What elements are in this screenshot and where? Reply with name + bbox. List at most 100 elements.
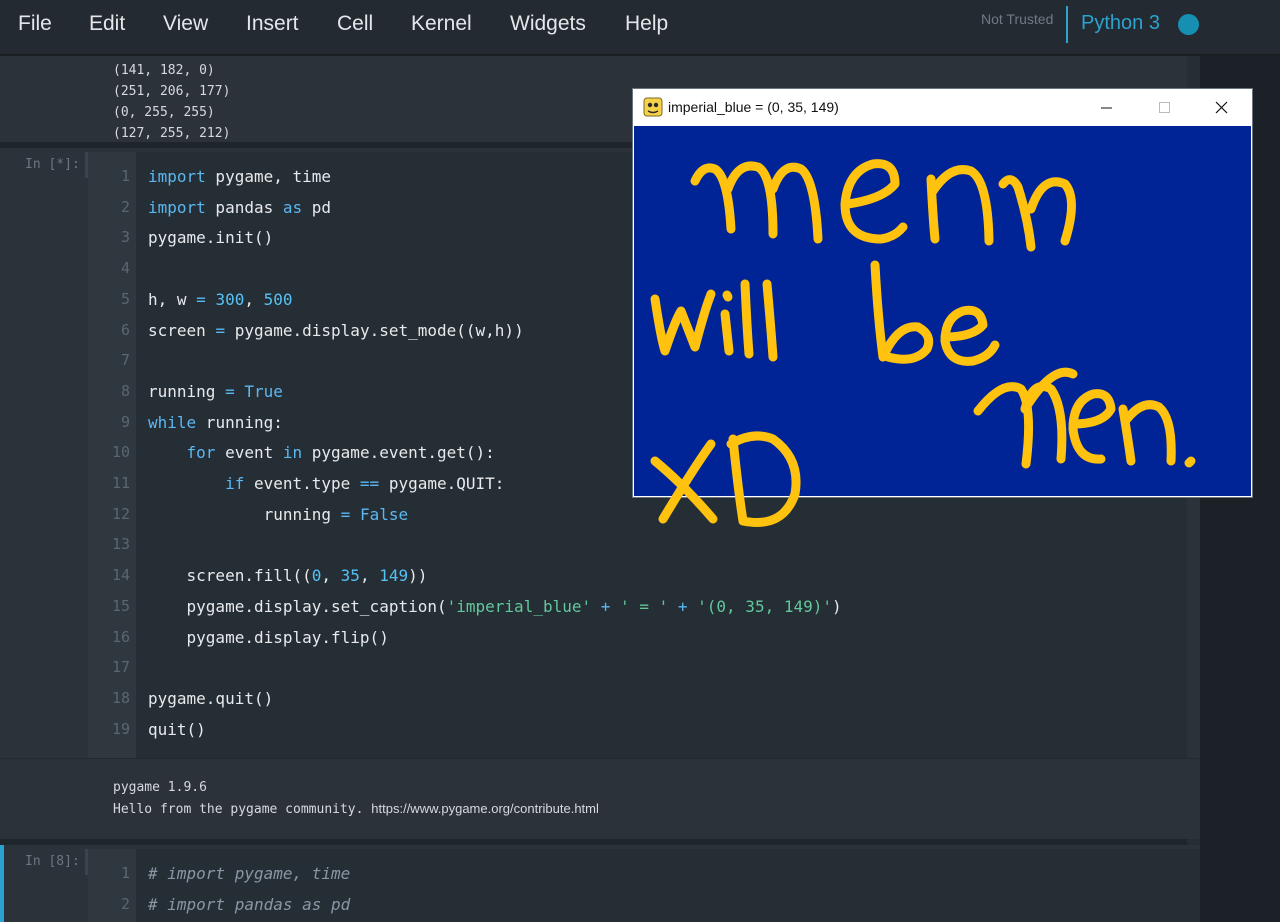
code-token: pygame.init() — [148, 228, 274, 248]
menu-view[interactable]: View — [163, 12, 208, 36]
line-number: 8 — [120, 381, 130, 400]
code-token: pygame, time — [205, 167, 332, 186]
code-token: pygame.display.set_caption( — [148, 596, 447, 616]
output-text: Hello from the pygame community. — [113, 802, 372, 817]
pygame-window[interactable]: imperial_blue = (0, 35, 149) — [633, 89, 1252, 497]
selected-cell-indicator — [0, 845, 4, 922]
code-line[interactable]: pygame.init() — [148, 222, 273, 253]
code-line[interactable]: running = False — [148, 499, 409, 530]
code-line[interactable]: screen = pygame.display.set_mode((w,h)) — [148, 315, 524, 346]
code-token: # import pandas as pd — [148, 894, 351, 914]
code-line[interactable]: if event.type == pygame.QUIT: — [148, 468, 504, 499]
output-line: (0, 255, 255) — [113, 105, 215, 120]
line-number: 11 — [111, 474, 130, 492]
output-line: (251, 206, 177) — [113, 84, 231, 99]
pygame-snake-icon — [643, 97, 663, 117]
code-token: 0 — [311, 566, 322, 586]
code-token: quit() — [148, 719, 206, 739]
code-token: 300 — [215, 289, 245, 309]
code-line[interactable]: h, w = 300, 500 — [148, 284, 293, 315]
line-number-gutter: 12 — [88, 849, 136, 922]
code-token: h, w — [148, 289, 197, 309]
code-token: 500 — [263, 289, 293, 309]
menu-cell[interactable]: Cell — [337, 12, 373, 36]
menu-edit[interactable]: Edit — [89, 12, 125, 36]
maximize-button[interactable] — [1135, 89, 1193, 126]
code-token: pd — [302, 197, 332, 217]
menu-help[interactable]: Help — [625, 12, 668, 36]
code-line[interactable]: # import pygame, time — [148, 858, 350, 889]
code-token: in — [282, 443, 303, 463]
line-number: 16 — [111, 627, 130, 646]
line-number: 1 — [120, 167, 130, 185]
cell-prompt: In [*]: — [25, 157, 80, 172]
code-cell-selected[interactable]: In [8]: 12 # import pygame, time # import… — [0, 845, 1200, 922]
code-token: as — [282, 197, 303, 217]
line-number: 19 — [111, 719, 130, 738]
minimize-button[interactable] — [1077, 89, 1135, 126]
menu-file[interactable]: File — [18, 12, 52, 36]
code-token: event — [215, 443, 283, 463]
code-token: + — [600, 596, 611, 616]
code-token: import — [148, 197, 206, 217]
minimize-icon — [1101, 107, 1112, 109]
menu-widgets[interactable]: Widgets — [510, 12, 586, 36]
code-line[interactable]: while running: — [148, 407, 283, 438]
code-line[interactable]: pygame.quit() — [148, 683, 273, 714]
line-number: 13 — [111, 535, 130, 554]
menu-bar: File Edit View Insert Cell Kernel Widget… — [0, 0, 1280, 56]
code-token: = — [225, 381, 235, 401]
menu-insert[interactable]: Insert — [246, 12, 299, 36]
window-title: imperial_blue = (0, 35, 149) — [668, 99, 839, 115]
code-line[interactable]: for event in pygame.event.get(): — [148, 437, 495, 468]
line-number: 2 — [120, 197, 130, 216]
kernel-separator — [1066, 6, 1068, 43]
code-line[interactable]: pygame.display.flip() — [148, 622, 389, 653]
code-token: True — [244, 381, 283, 401]
code-token: running — [148, 504, 341, 524]
line-number: 5 — [120, 289, 130, 308]
code-token: while — [148, 412, 197, 432]
code-line[interactable]: screen.fill((0, 35, 149)) — [148, 560, 428, 591]
code-token: if — [225, 474, 245, 493]
code-line[interactable]: # import pandas as pd — [148, 889, 350, 920]
pygame-canvas[interactable] — [634, 126, 1251, 496]
line-number: 10 — [111, 443, 130, 462]
close-button[interactable] — [1193, 89, 1251, 126]
code-token: ' = ' — [620, 596, 669, 616]
code-token: pygame.event.get(): — [302, 443, 495, 463]
code-token: == — [359, 474, 380, 493]
code-token: 'imperial_blue' — [446, 596, 592, 616]
code-token: for — [186, 443, 216, 463]
output-line: (127, 255, 212) — [113, 126, 231, 141]
code-token: screen.fill(( — [148, 566, 312, 586]
code-line[interactable]: running = True — [148, 376, 283, 407]
code-token: screen — [148, 320, 216, 340]
cell-prompt: In [8]: — [25, 854, 80, 869]
code-line[interactable]: import pygame, time — [148, 161, 331, 192]
line-number: 3 — [120, 228, 130, 247]
trust-indicator[interactable]: Not Trusted — [981, 11, 1053, 27]
code-token: pygame.QUIT: — [379, 474, 505, 493]
code-token: 35 — [340, 566, 360, 586]
code-editor[interactable]: # import pygame, time # import pandas as … — [136, 849, 1200, 922]
line-number: 7 — [120, 351, 130, 370]
cell-output: pygame 1.9.6 Hello from the pygame commu… — [0, 758, 1200, 839]
code-token: # import pygame, time — [148, 864, 351, 883]
code-line[interactable]: import pandas as pd — [148, 192, 331, 223]
code-token: pygame.display.set_mode((w,h)) — [225, 320, 524, 340]
code-line[interactable]: pygame.display.set_caption('imperial_blu… — [148, 591, 842, 622]
output-line: (141, 182, 0) — [113, 63, 215, 78]
code-token: = — [340, 504, 351, 524]
line-number: 14 — [111, 566, 130, 585]
pygame-contribute-link[interactable]: https://www.pygame.org/contribute.html — [371, 801, 599, 816]
code-token: pandas — [205, 197, 283, 217]
line-number: 15 — [111, 596, 130, 615]
code-line[interactable]: quit() — [148, 714, 206, 745]
code-token: )) — [408, 566, 428, 586]
menu-kernel[interactable]: Kernel — [411, 12, 472, 36]
kernel-name[interactable]: Python 3 — [1081, 12, 1160, 35]
